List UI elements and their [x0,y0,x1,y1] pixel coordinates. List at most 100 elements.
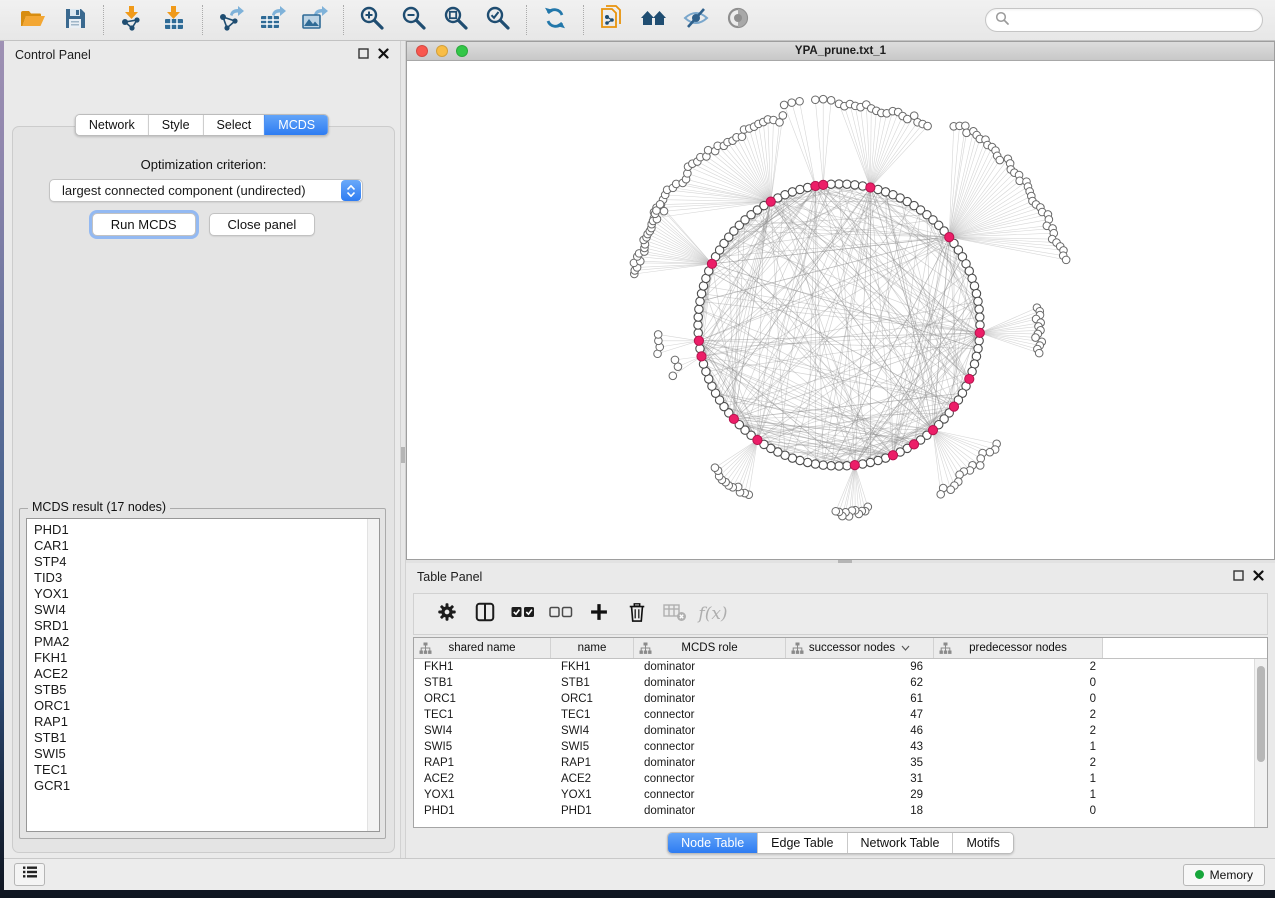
table-row[interactable]: TEC1TEC1connector472 [414,707,1267,723]
column-header-shared-name[interactable]: shared name [414,638,551,658]
float-panel-icon[interactable] [1233,570,1244,584]
network-graph[interactable] [407,61,1274,558]
mcds-result-item[interactable]: STB1 [34,730,379,746]
mcds-result-item[interactable]: GCR1 [34,778,379,794]
graph-node[interactable] [780,101,788,109]
graph-node[interactable] [776,119,784,127]
graph-node[interactable] [711,464,719,472]
search-box[interactable] [985,8,1263,32]
table-scrollbar-thumb[interactable] [1257,666,1265,762]
graph-mcds-node[interactable] [697,352,706,361]
splitter-handle[interactable] [838,560,852,563]
tab-select[interactable]: Select [203,115,265,135]
graph-node[interactable] [819,461,827,469]
criterion-dropdown[interactable]: largest connected component (undirected) [49,179,363,202]
graph-node[interactable] [972,289,980,297]
mcds-result-item[interactable]: STB5 [34,682,379,698]
column-header-MCDS-role[interactable]: MCDS role [634,638,786,658]
graph-node[interactable] [812,96,820,104]
export-network-button[interactable] [210,3,252,37]
graph-node[interactable] [788,99,796,107]
apply-layout-button[interactable] [534,3,576,37]
hide-details-button[interactable] [675,3,717,37]
column-header-predecessor-nodes[interactable]: predecessor nodes [934,638,1103,658]
graph-node[interactable] [694,313,702,321]
graph-mcds-node[interactable] [766,197,775,206]
graph-node[interactable] [695,305,703,313]
graph-node[interactable] [811,460,819,468]
graph-node[interactable] [974,344,982,352]
graph-mcds-node[interactable] [850,461,859,470]
table-settings-button[interactable] [428,597,466,631]
graph-mcds-node[interactable] [707,259,716,268]
mcds-result-item[interactable]: SWI4 [34,602,379,618]
graph-node[interactable] [956,471,964,479]
tab-edge-table[interactable]: Edge Table [757,833,846,853]
graph-node[interactable] [694,321,702,329]
tab-network[interactable]: Network [76,115,148,135]
mcds-list-scrollbar[interactable] [367,519,379,831]
graph-node[interactable] [972,352,980,360]
column-header-name[interactable]: name [551,638,634,658]
graph-node[interactable] [671,356,679,364]
select-all-button[interactable] [504,597,542,631]
close-panel-icon[interactable] [1253,570,1264,584]
horizontal-splitter[interactable] [406,560,1275,563]
graph-mcds-node[interactable] [928,426,937,435]
graph-mcds-node[interactable] [965,374,974,383]
network-canvas[interactable] [407,61,1274,559]
open-session-button[interactable] [12,3,54,37]
graph-node[interactable] [975,305,983,313]
save-session-button[interactable] [54,3,96,37]
memory-button[interactable]: Memory [1183,864,1265,886]
show-column-panel-button[interactable] [466,597,504,631]
zoom-fit-button[interactable] [435,3,477,37]
export-image-button[interactable] [294,3,336,37]
graph-node[interactable] [654,331,662,339]
graph-node[interactable] [832,507,840,515]
graph-node[interactable] [976,462,984,470]
mcds-result-item[interactable]: PHD1 [34,522,379,538]
graph-node[interactable] [970,282,978,290]
graph-node[interactable] [697,289,705,297]
delete-column-button[interactable] [618,597,656,631]
splitter-handle[interactable] [401,447,405,463]
mcds-result-item[interactable]: PMA2 [34,634,379,650]
graph-mcds-node[interactable] [753,435,762,444]
run-mcds-button[interactable]: Run MCDS [92,213,196,236]
graph-node[interactable] [819,95,827,103]
zoom-selected-button[interactable] [477,3,519,37]
graph-node[interactable] [827,97,835,105]
graph-node[interactable] [851,181,859,189]
graph-node[interactable] [874,456,882,464]
graph-node[interactable] [937,490,945,498]
graph-mcds-node[interactable] [949,402,958,411]
graph-node[interactable] [696,297,704,305]
graph-node[interactable] [796,185,804,193]
tab-mcds[interactable]: MCDS [264,115,328,135]
table-scrollbar[interactable] [1254,659,1267,827]
mcds-result-item[interactable]: ACE2 [34,666,379,682]
graph-mcds-node[interactable] [866,183,875,192]
function-builder-button[interactable]: f(x) [694,597,732,631]
graph-node[interactable] [669,372,677,380]
graph-node[interactable] [986,448,994,456]
graph-node[interactable] [835,462,843,470]
graph-node[interactable] [974,297,982,305]
mcds-result-item[interactable]: STP4 [34,554,379,570]
mcds-result-item[interactable]: FKH1 [34,650,379,666]
graph-mcds-node[interactable] [945,232,954,241]
graph-mcds-node[interactable] [975,328,984,337]
graph-node[interactable] [962,122,970,130]
create-column-button[interactable] [580,597,618,631]
graph-node[interactable] [738,133,746,141]
import-table-button[interactable] [153,3,195,37]
network-from-clipboard-button[interactable] [591,3,633,37]
graph-node[interactable] [660,207,668,215]
table-row[interactable]: RAP1RAP1dominator352 [414,755,1267,771]
graph-mcds-node[interactable] [819,180,828,189]
mcds-result-item[interactable]: SRD1 [34,618,379,634]
mcds-result-item[interactable]: SWI5 [34,746,379,762]
export-table-button[interactable] [252,3,294,37]
close-panel-icon[interactable] [378,48,389,62]
